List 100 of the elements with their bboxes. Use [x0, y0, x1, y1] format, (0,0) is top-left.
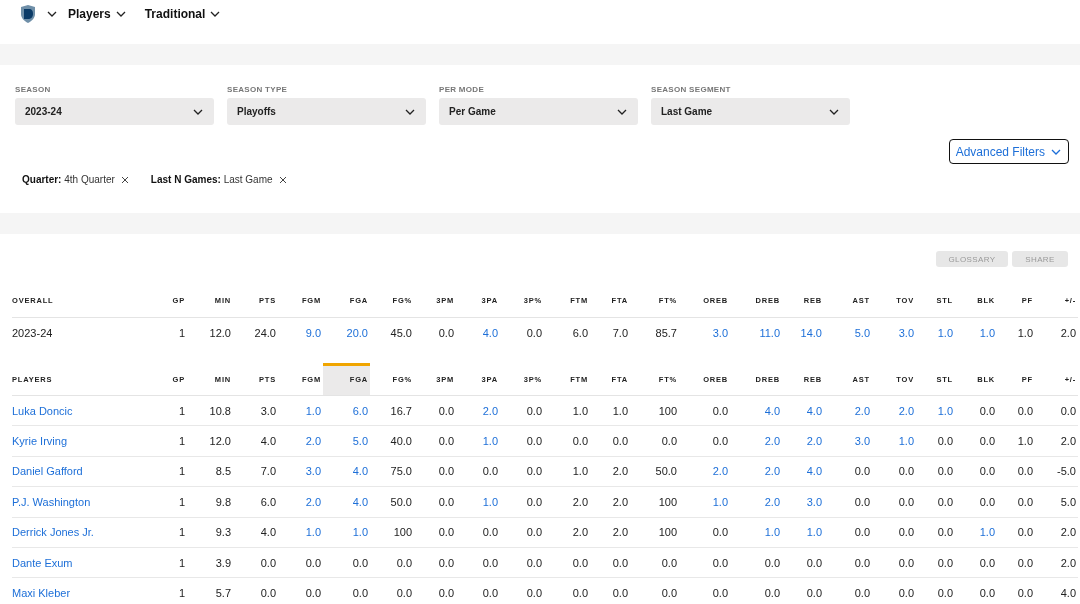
stat-cell: 8.5 — [187, 456, 233, 487]
stat-link[interactable]: 3.0 — [278, 456, 323, 487]
stat-link[interactable]: 9.0 — [278, 317, 323, 349]
stat-link[interactable]: 4.0 — [782, 395, 824, 426]
filter-select[interactable]: Per Game — [439, 98, 638, 125]
stat-cell: 6.0 — [544, 317, 590, 349]
stat-cell: 0.0 — [872, 456, 916, 487]
stat-link[interactable]: 1.0 — [955, 517, 997, 548]
stat-link[interactable]: 14.0 — [782, 317, 824, 349]
stat-cell: 0.0 — [590, 547, 630, 578]
stat-cell: 9.3 — [187, 517, 233, 548]
stat-link[interactable]: 5.0 — [824, 317, 872, 349]
stat-cell: 40.0 — [370, 425, 414, 457]
stat-link[interactable]: 3.0 — [782, 486, 824, 518]
stat-cell: 0.0 — [824, 547, 872, 578]
stat-link[interactable]: 1.0 — [955, 317, 997, 349]
stat-cell: 45.0 — [370, 317, 414, 349]
stat-cell: 1.0 — [590, 395, 630, 426]
stat-cell: 0.0 — [997, 456, 1035, 487]
player-link[interactable]: Daniel Gafford — [12, 456, 162, 487]
stat-cell: 0.0 — [500, 456, 544, 487]
filter-select[interactable]: 2023-24 — [15, 98, 214, 125]
stat-link[interactable]: 2.0 — [730, 486, 782, 518]
filter-select[interactable]: Last Game — [651, 98, 850, 125]
stat-cell: 0.0 — [456, 517, 500, 548]
stat-link[interactable]: 1.0 — [278, 395, 323, 426]
stat-link[interactable]: 1.0 — [679, 486, 730, 518]
player-link[interactable]: Luka Doncic — [12, 395, 162, 426]
team-logo-icon[interactable] — [20, 5, 36, 23]
stat-cell: 0.0 — [500, 486, 544, 518]
stat-cell: 0.0 — [414, 456, 456, 487]
advanced-filters-button[interactable]: Advanced Filters — [948, 139, 1069, 164]
stat-link[interactable]: 2.0 — [730, 456, 782, 487]
stat-cell: 0.0 — [916, 547, 955, 578]
stat-cell: 100 — [630, 486, 679, 518]
remove-filter-button[interactable] — [278, 175, 287, 184]
stat-link[interactable]: 4.0 — [456, 317, 500, 349]
nav-dropdown[interactable]: Players — [68, 7, 127, 21]
stat-link[interactable]: 1.0 — [782, 517, 824, 548]
stat-cell: 0.0 — [370, 577, 414, 604]
stat-cell: 0.0 — [278, 547, 323, 578]
stat-link[interactable]: 1.0 — [323, 517, 370, 548]
stat-link[interactable]: 11.0 — [730, 317, 782, 349]
player-link[interactable]: Kyrie Irving — [12, 425, 162, 457]
stat-link[interactable]: 1.0 — [456, 486, 500, 518]
stat-cell: 0.0 — [679, 577, 730, 604]
stat-cell: 12.0 — [187, 317, 233, 349]
stat-cell: 0.0 — [997, 395, 1035, 426]
stat-link[interactable]: 2.0 — [278, 486, 323, 518]
filter-label: PER MODE — [439, 85, 486, 94]
stat-cell: 0.0 — [955, 486, 997, 518]
stat-cell: 1 — [162, 456, 187, 487]
player-link[interactable]: Derrick Jones Jr. — [12, 517, 162, 548]
stat-link[interactable]: 1.0 — [278, 517, 323, 548]
stat-link[interactable]: 6.0 — [323, 395, 370, 426]
player-link[interactable]: P.J. Washington — [12, 486, 162, 518]
stat-cell: 0.0 — [414, 517, 456, 548]
stat-link[interactable]: 1.0 — [916, 317, 955, 349]
stat-link[interactable]: 1.0 — [916, 395, 955, 426]
stat-link[interactable]: 4.0 — [323, 456, 370, 487]
stat-link[interactable]: 1.0 — [872, 425, 916, 457]
stat-cell: 0.0 — [630, 425, 679, 457]
stat-link[interactable]: 4.0 — [782, 456, 824, 487]
stat-link[interactable]: 3.0 — [679, 317, 730, 349]
stat-cell: 0.0 — [590, 425, 630, 457]
stat-link[interactable]: 2.0 — [824, 395, 872, 426]
stat-link[interactable]: 5.0 — [323, 425, 370, 457]
stat-link[interactable]: 2.0 — [730, 425, 782, 457]
remove-filter-button[interactable] — [120, 175, 129, 184]
stat-link[interactable]: 2.0 — [278, 425, 323, 457]
stat-cell: 0.0 — [500, 547, 544, 578]
stat-cell: 0.0 — [955, 577, 997, 604]
stat-link[interactable]: 1.0 — [456, 425, 500, 457]
stat-cell: 0.0 — [500, 425, 544, 457]
stat-cell: 1 — [162, 547, 187, 578]
stat-cell: 0.0 — [916, 577, 955, 604]
player-link[interactable]: Maxi Kleber — [12, 577, 162, 604]
stat-cell: 5.0 — [1035, 486, 1078, 518]
stat-cell: 50.0 — [630, 456, 679, 487]
stat-link[interactable]: 20.0 — [323, 317, 370, 349]
stat-cell: 0.0 — [872, 577, 916, 604]
stat-cell: 1 — [162, 577, 187, 604]
stat-link[interactable]: 2.0 — [679, 456, 730, 487]
stat-link[interactable]: 4.0 — [730, 395, 782, 426]
nav-dropdown[interactable]: Traditional — [144, 7, 222, 21]
stat-link[interactable]: 3.0 — [872, 317, 916, 349]
stat-cell: 1 — [162, 395, 187, 426]
player-link[interactable]: Dante Exum — [12, 547, 162, 578]
filter-select[interactable]: Playoffs — [227, 98, 426, 125]
stat-cell: 0.0 — [544, 577, 590, 604]
stat-link[interactable]: 3.0 — [824, 425, 872, 457]
stat-link[interactable]: 2.0 — [782, 425, 824, 457]
stat-link[interactable]: 1.0 — [730, 517, 782, 548]
stat-cell: 0.0 — [1035, 395, 1078, 426]
stat-link[interactable]: 2.0 — [456, 395, 500, 426]
stat-link[interactable]: 2.0 — [872, 395, 916, 426]
stat-cell: 1 — [162, 486, 187, 518]
stat-cell: 4.0 — [233, 517, 278, 548]
stat-link[interactable]: 4.0 — [323, 486, 370, 518]
stat-cell: 4.0 — [233, 425, 278, 457]
